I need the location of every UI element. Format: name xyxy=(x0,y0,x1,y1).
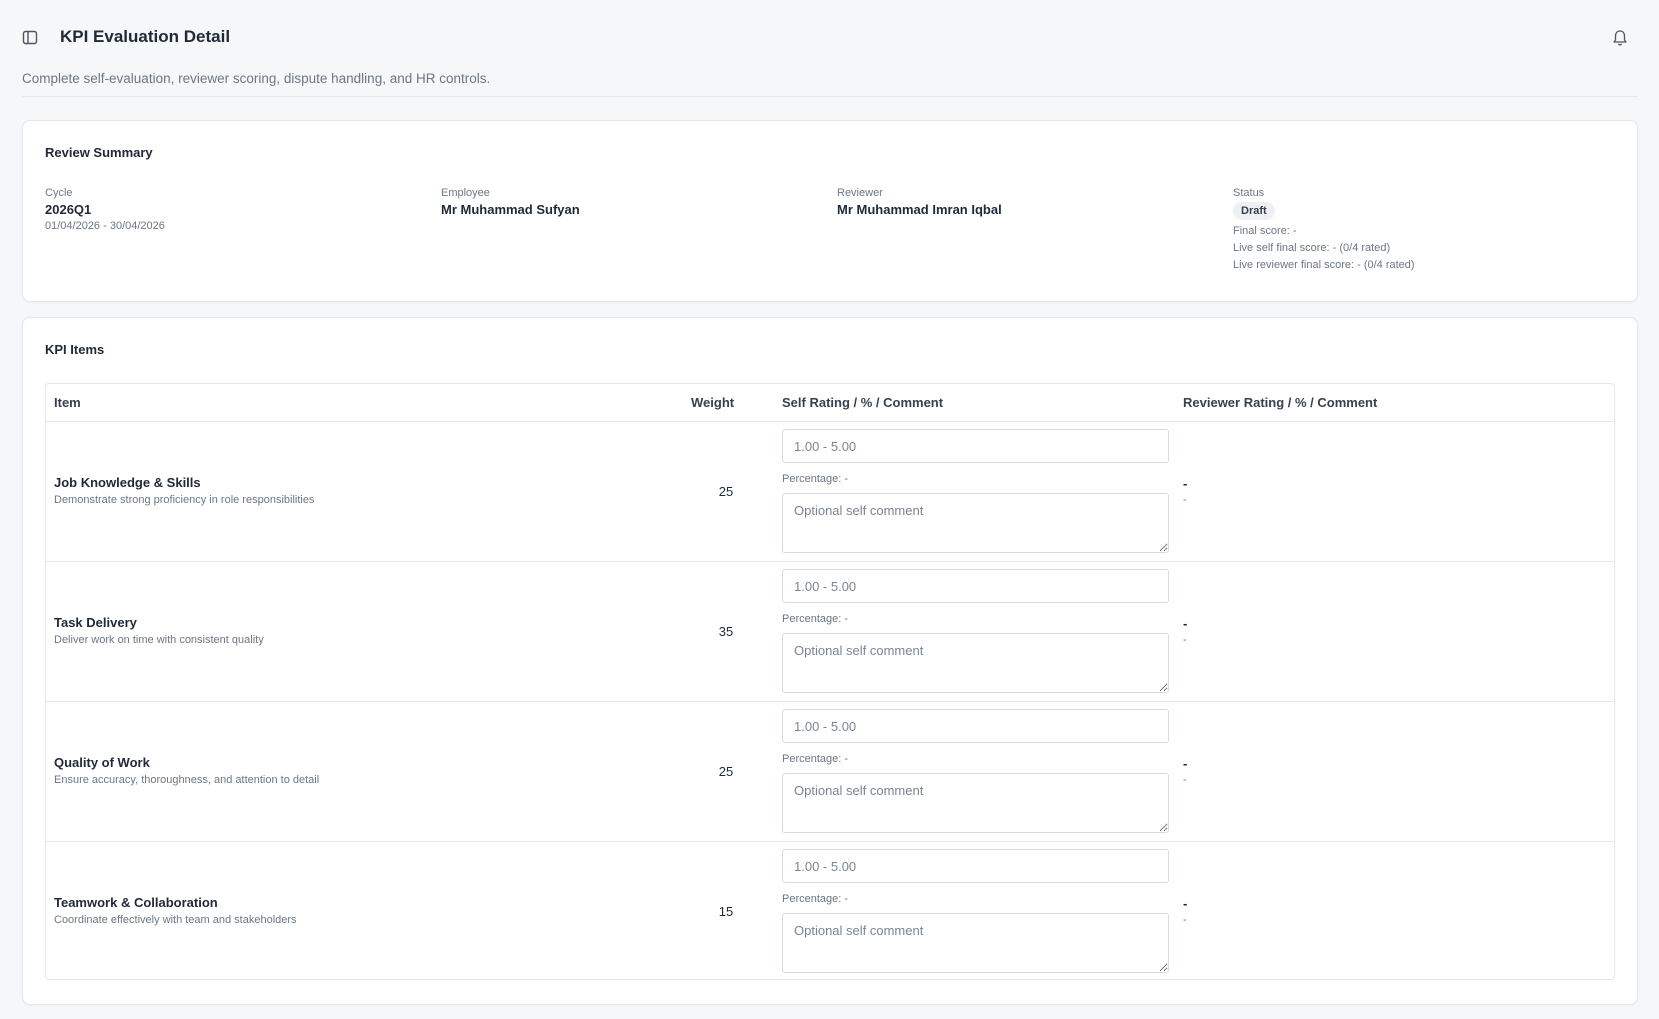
kpi-item-description: Ensure accuracy, thoroughness, and atten… xyxy=(54,774,320,786)
kpi-item-weight: 25 xyxy=(718,484,734,499)
kpi-item-name: Teamwork & Collaboration xyxy=(54,895,218,910)
column-header-item: Item xyxy=(54,395,81,410)
self-rating-input[interactable] xyxy=(782,429,1169,463)
reviewer-percentage: - xyxy=(1183,634,1187,646)
employee-label: Employee xyxy=(441,187,490,199)
kpi-item-weight: 25 xyxy=(718,764,734,779)
reviewer-rating: - xyxy=(1183,476,1188,491)
reviewer-field: Reviewer Mr Muhammad Imran Iqbal xyxy=(837,187,1002,217)
self-percentage: Percentage: - xyxy=(782,753,849,765)
reviewer-value: Mr Muhammad Imran Iqbal xyxy=(837,202,1002,217)
self-percentage: Percentage: - xyxy=(782,473,849,485)
self-comment-field[interactable] xyxy=(782,913,1169,973)
header-divider xyxy=(22,96,1638,97)
self-percentage: Percentage: - xyxy=(782,893,849,905)
live-self-final-score: Live self final score: - (0/4 rated) xyxy=(1233,242,1391,254)
cycle-field: Cycle 2026Q1 01/04/2026 - 30/04/2026 xyxy=(45,187,165,232)
live-reviewer-final-score: Live reviewer final score: - (0/4 rated) xyxy=(1233,259,1415,271)
kpi-item-name: Task Delivery xyxy=(54,615,137,630)
column-header-weight: Weight xyxy=(691,395,735,410)
page-title: KPI Evaluation Detail xyxy=(60,27,231,46)
review-summary-title: Review Summary xyxy=(45,145,153,160)
self-comment-field[interactable] xyxy=(782,493,1169,553)
reviewer-percentage: - xyxy=(1183,914,1187,926)
status-label: Status xyxy=(1233,187,1265,199)
page-subtitle: Complete self-evaluation, reviewer scori… xyxy=(22,71,491,86)
kpi-item-description: Coordinate effectively with team and sta… xyxy=(54,914,297,926)
kpi-table-header: Item Weight Self Rating / % / Comment Re… xyxy=(46,384,1614,422)
table-row: Job Knowledge & Skills Demonstrate stron… xyxy=(46,422,1614,562)
kpi-item-weight: 15 xyxy=(718,904,734,919)
kpi-items-card: KPI Items Item Weight Self Rating / % / … xyxy=(22,317,1638,1005)
self-rating-input[interactable] xyxy=(782,709,1169,743)
self-comment-field[interactable] xyxy=(782,633,1169,693)
column-header-reviewer: Reviewer Rating / % / Comment xyxy=(1183,395,1378,410)
kpi-item-weight: 35 xyxy=(718,624,734,639)
kpi-table: Item Weight Self Rating / % / Comment Re… xyxy=(45,383,1615,980)
table-row: Teamwork & Collaboration Coordinate effe… xyxy=(46,842,1614,982)
kpi-item-name: Job Knowledge & Skills xyxy=(54,475,201,490)
reviewer-rating: - xyxy=(1183,616,1188,631)
panel-left-icon[interactable] xyxy=(22,30,40,46)
table-row: Quality of Work Ensure accuracy, thoroug… xyxy=(46,702,1614,842)
self-percentage: Percentage: - xyxy=(782,613,849,625)
review-summary-card: Review Summary Cycle 2026Q1 01/04/2026 -… xyxy=(22,120,1638,302)
column-header-self: Self Rating / % / Comment xyxy=(782,395,944,410)
reviewer-label: Reviewer xyxy=(837,187,883,199)
kpi-items-title: KPI Items xyxy=(45,342,105,357)
employee-field: Employee Mr Muhammad Sufyan xyxy=(441,187,580,217)
status-field: Status Draft Final score: - Live self fi… xyxy=(1233,187,1415,271)
reviewer-percentage: - xyxy=(1183,494,1187,506)
final-score: Final score: - xyxy=(1233,225,1297,237)
employee-value: Mr Muhammad Sufyan xyxy=(441,202,580,217)
kpi-item-description: Demonstrate strong proficiency in role r… xyxy=(54,494,315,506)
top-bar: KPI Evaluation Detail Complete self-eval… xyxy=(0,0,1659,86)
cycle-range: 01/04/2026 - 30/04/2026 xyxy=(45,220,165,232)
self-comment-field[interactable] xyxy=(782,773,1169,833)
self-rating-input[interactable] xyxy=(782,569,1169,603)
self-rating-input[interactable] xyxy=(782,849,1169,883)
bell-icon[interactable] xyxy=(1612,29,1628,47)
reviewer-rating: - xyxy=(1183,756,1188,771)
cycle-value: 2026Q1 xyxy=(45,202,92,217)
reviewer-rating: - xyxy=(1183,896,1188,911)
reviewer-percentage: - xyxy=(1183,774,1187,786)
kpi-item-name: Quality of Work xyxy=(54,755,150,770)
kpi-item-description: Deliver work on time with consistent qua… xyxy=(54,634,264,646)
table-row: Task Delivery Deliver work on time with … xyxy=(46,562,1614,702)
status-badge: Draft xyxy=(1233,202,1275,220)
cycle-label: Cycle xyxy=(45,187,73,199)
